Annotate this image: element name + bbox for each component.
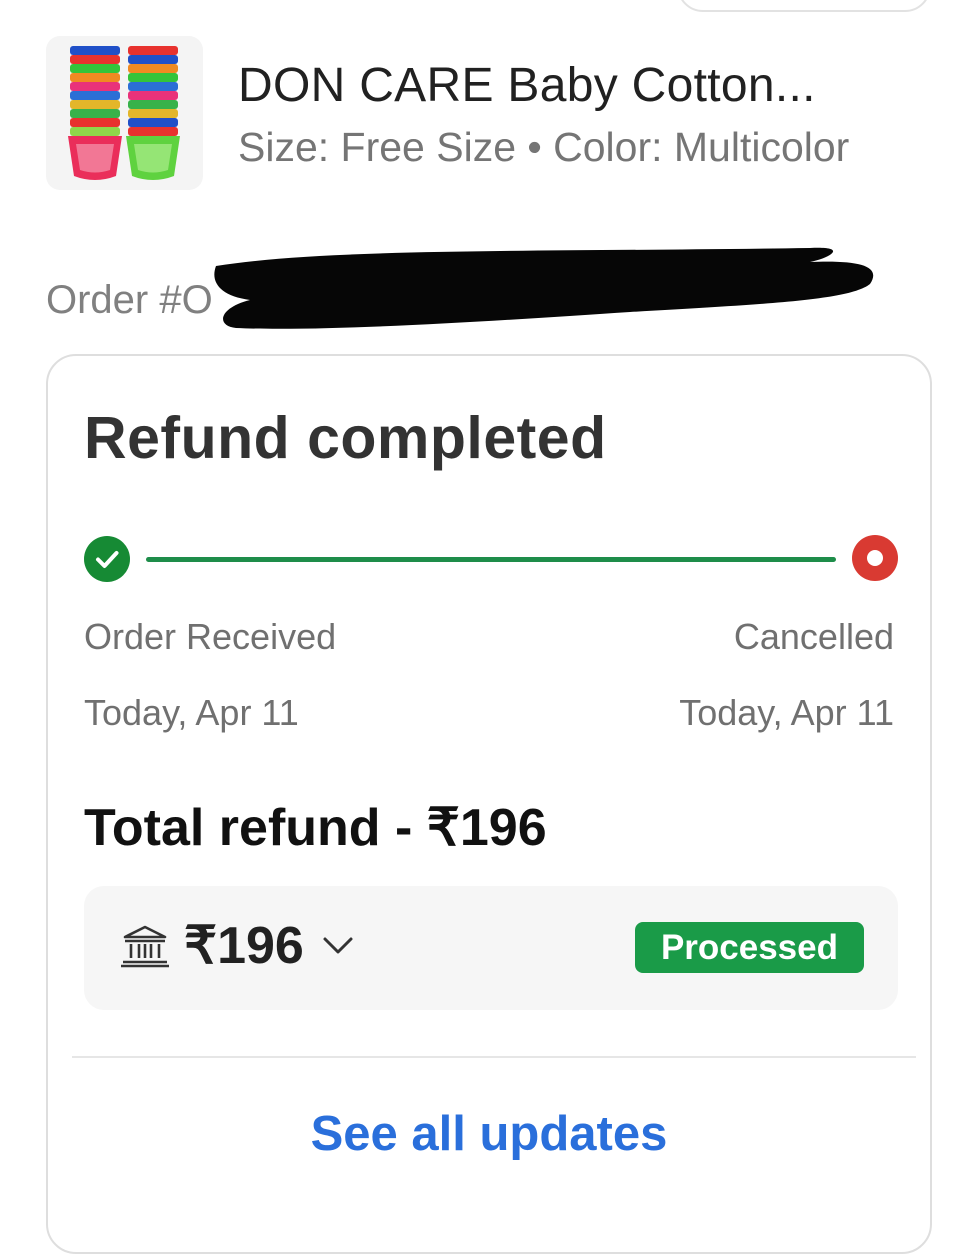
product-variant: Size: Free Size • Color: Multicolor: [238, 124, 850, 170]
product-summary[interactable]: DON CARE Baby Cotton... Size: Free Size …: [46, 36, 977, 192]
step-label-cancelled: Cancelled: [733, 616, 894, 657]
step-date-order-received: Today, Apr 11: [84, 692, 299, 733]
cancelled-dot-icon: [852, 535, 898, 581]
bank-icon: [121, 925, 169, 968]
status-badge: Processed: [634, 922, 864, 973]
refund-breakdown[interactable]: ₹196 Processed: [84, 886, 898, 1010]
top-button-partial[interactable]: [677, 0, 931, 12]
see-all-updates-link[interactable]: See all updates: [48, 1106, 930, 1162]
order-status-card: Refund completed Order Received Cancelle…: [46, 354, 932, 1254]
status-tracker: [84, 534, 898, 584]
cloth-diapers-image: [68, 46, 180, 180]
status-title: Refund completed: [84, 405, 607, 471]
progress-line: [146, 557, 836, 562]
chevron-down-icon[interactable]: [322, 936, 354, 956]
divider: [72, 1056, 916, 1058]
check-icon: [84, 536, 130, 582]
order-id: Order #O: [46, 278, 213, 322]
step-label-order-received: Order Received: [84, 616, 337, 657]
product-title[interactable]: DON CARE Baby Cotton...: [238, 58, 816, 113]
step-date-cancelled: Today, Apr 11: [679, 692, 894, 733]
total-refund: Total refund - ₹196: [84, 799, 547, 857]
refund-amount: ₹196: [184, 917, 304, 975]
redaction-mark: [214, 247, 874, 329]
product-thumbnail: [46, 36, 203, 190]
